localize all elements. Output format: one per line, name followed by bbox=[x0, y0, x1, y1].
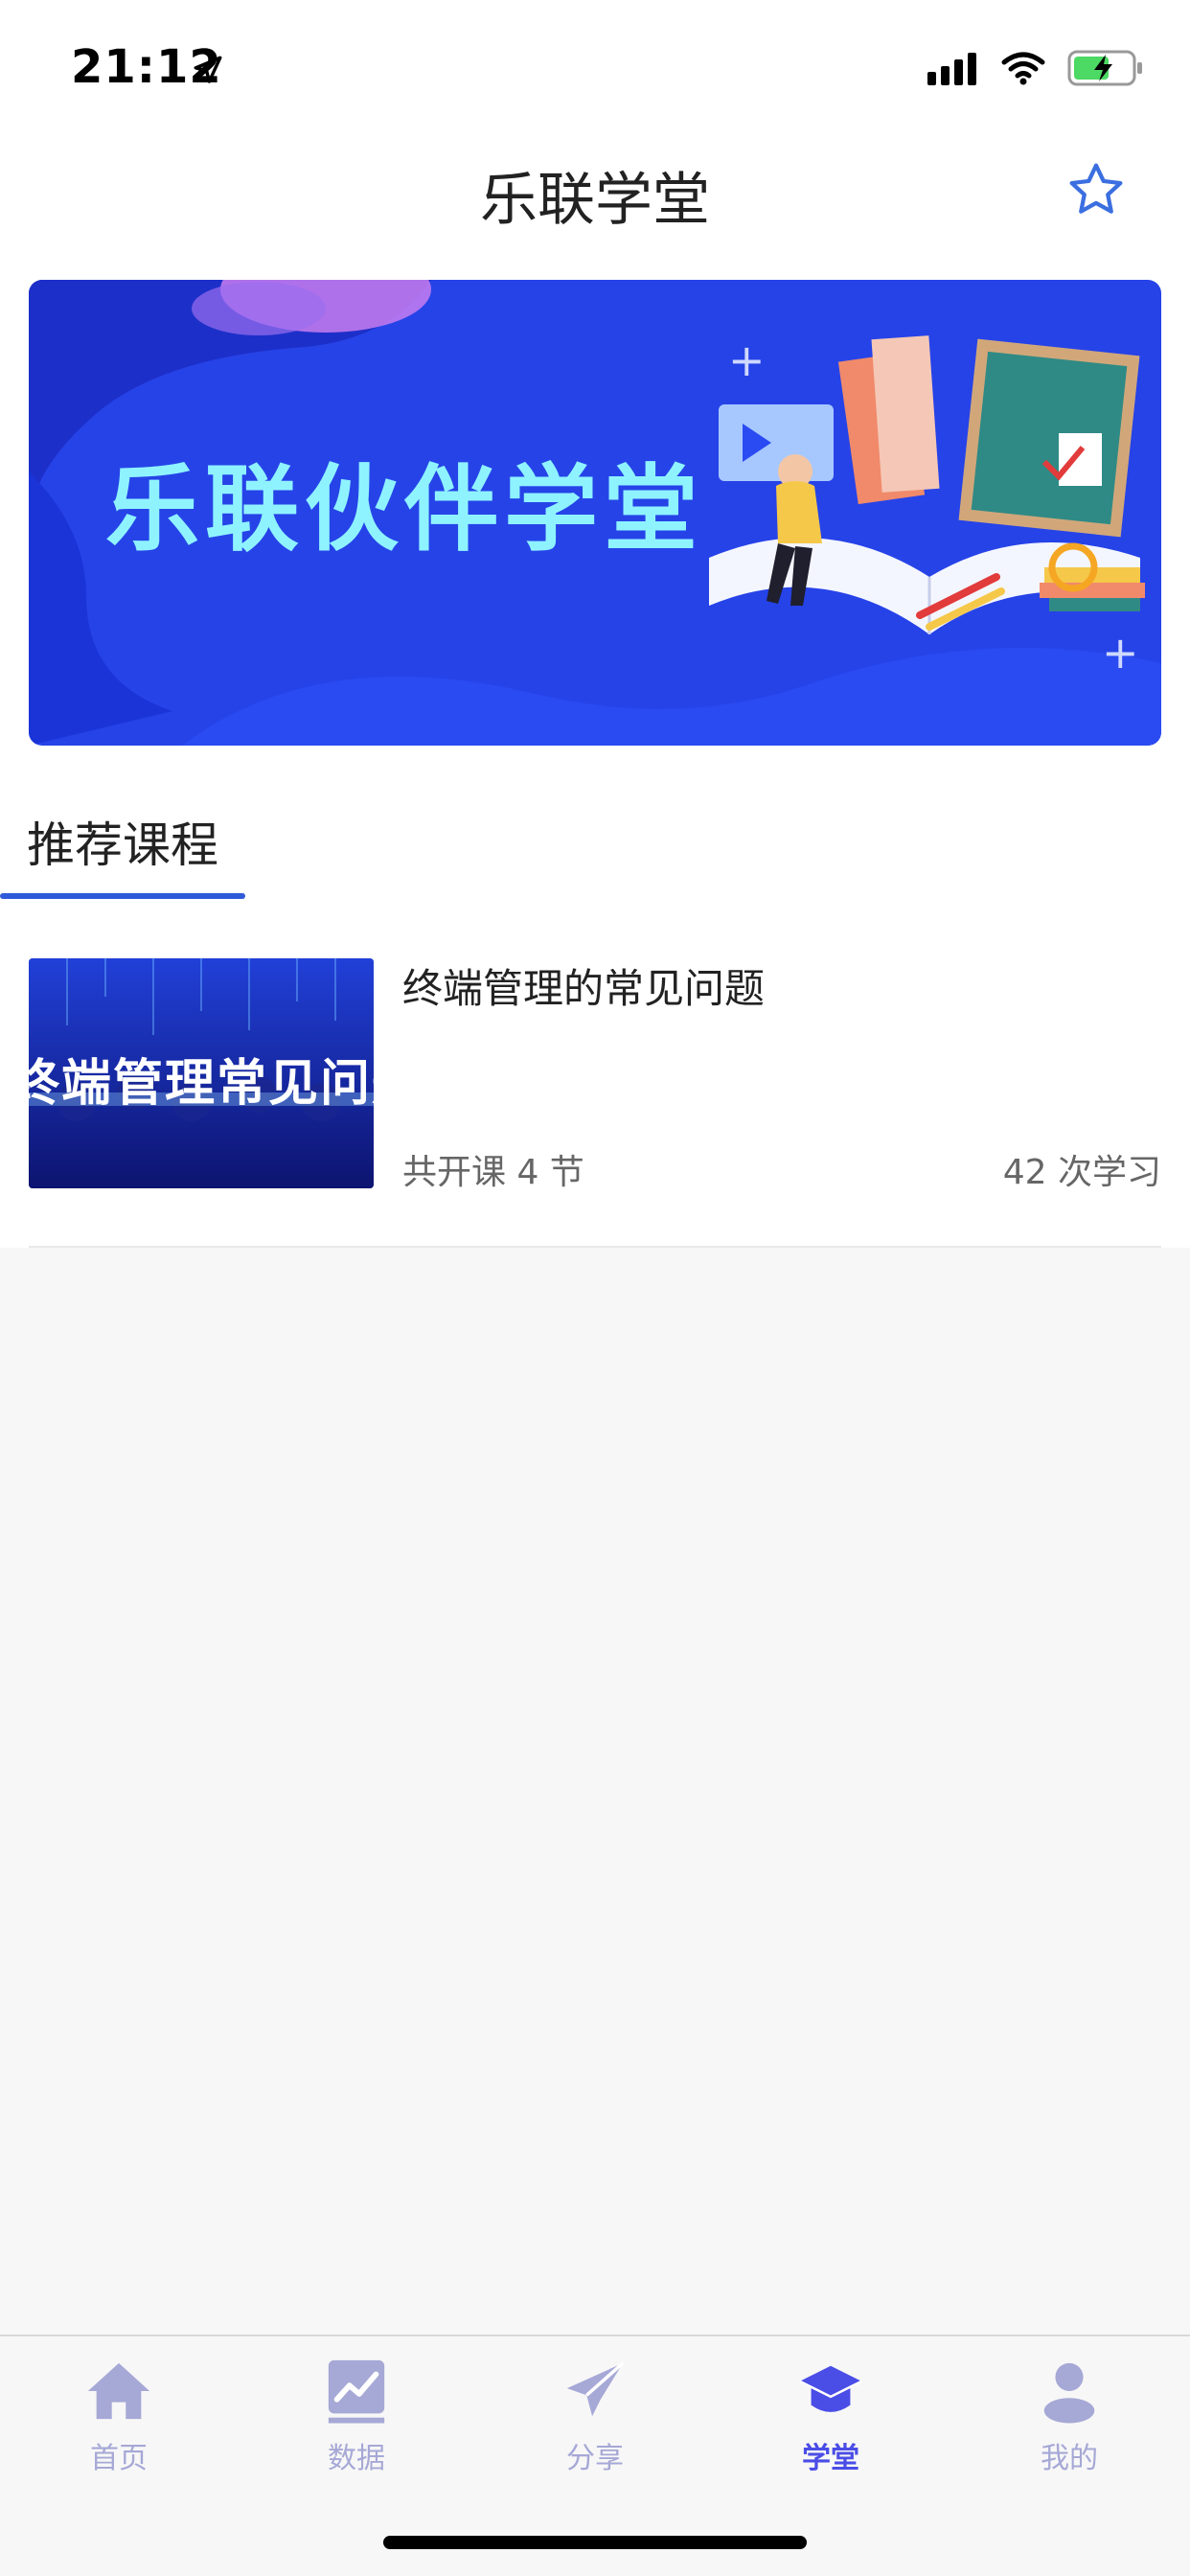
tab-data-label: 数据 bbox=[328, 2442, 385, 2475]
tab-academy-label: 学堂 bbox=[802, 2442, 859, 2475]
tab-mine-label: 我的 bbox=[1041, 2442, 1098, 2475]
section-title[interactable]: 推荐课程 bbox=[27, 807, 218, 876]
location-arrow-icon bbox=[194, 56, 222, 83]
tab-share-label: 分享 bbox=[566, 2442, 624, 2475]
home-indicator bbox=[383, 2536, 807, 2549]
banner[interactable]: + + 乐联伙伴学堂 bbox=[29, 280, 1161, 746]
home-icon bbox=[87, 2362, 150, 2420]
page-title: 乐联学堂 bbox=[480, 167, 710, 234]
course-lesson-count: 共开课 4 节 bbox=[402, 1153, 584, 1192]
paper-plane-icon bbox=[566, 2361, 625, 2417]
graduation-cap-icon bbox=[799, 2365, 862, 2412]
status-indicators bbox=[927, 50, 1144, 86]
svg-text:+: + bbox=[1102, 627, 1139, 678]
favorite-star-icon[interactable] bbox=[1065, 159, 1127, 220]
banner-title: 乐联伙伴学堂 bbox=[105, 455, 704, 564]
tab-home-label: 首页 bbox=[90, 2442, 148, 2475]
tab-academy[interactable]: 学堂 bbox=[754, 2358, 907, 2476]
tab-data[interactable]: 数据 bbox=[280, 2358, 433, 2476]
user-icon bbox=[1043, 2362, 1095, 2424]
section-underline bbox=[0, 893, 245, 899]
svg-text:+: + bbox=[728, 334, 766, 386]
battery-charging-icon bbox=[1067, 50, 1142, 86]
thumbnail-text: 终端管理常见问题 bbox=[29, 1055, 374, 1113]
tab-share[interactable]: 分享 bbox=[518, 2358, 672, 2476]
signal-icon bbox=[927, 53, 976, 85]
status-bar: 21:12 bbox=[0, 0, 1190, 134]
divider bbox=[29, 1246, 1161, 1248]
tab-home[interactable]: 首页 bbox=[42, 2358, 195, 2476]
course-thumbnail[interactable]: 终端管理常见问题 bbox=[29, 958, 374, 1188]
wifi-icon bbox=[1001, 52, 1045, 85]
course-view-count: 42 次学习 bbox=[1002, 1153, 1161, 1192]
course-title[interactable]: 终端管理的常见问题 bbox=[402, 956, 765, 1015]
chart-icon bbox=[328, 2359, 385, 2424]
tab-mine[interactable]: 我的 bbox=[993, 2358, 1146, 2476]
